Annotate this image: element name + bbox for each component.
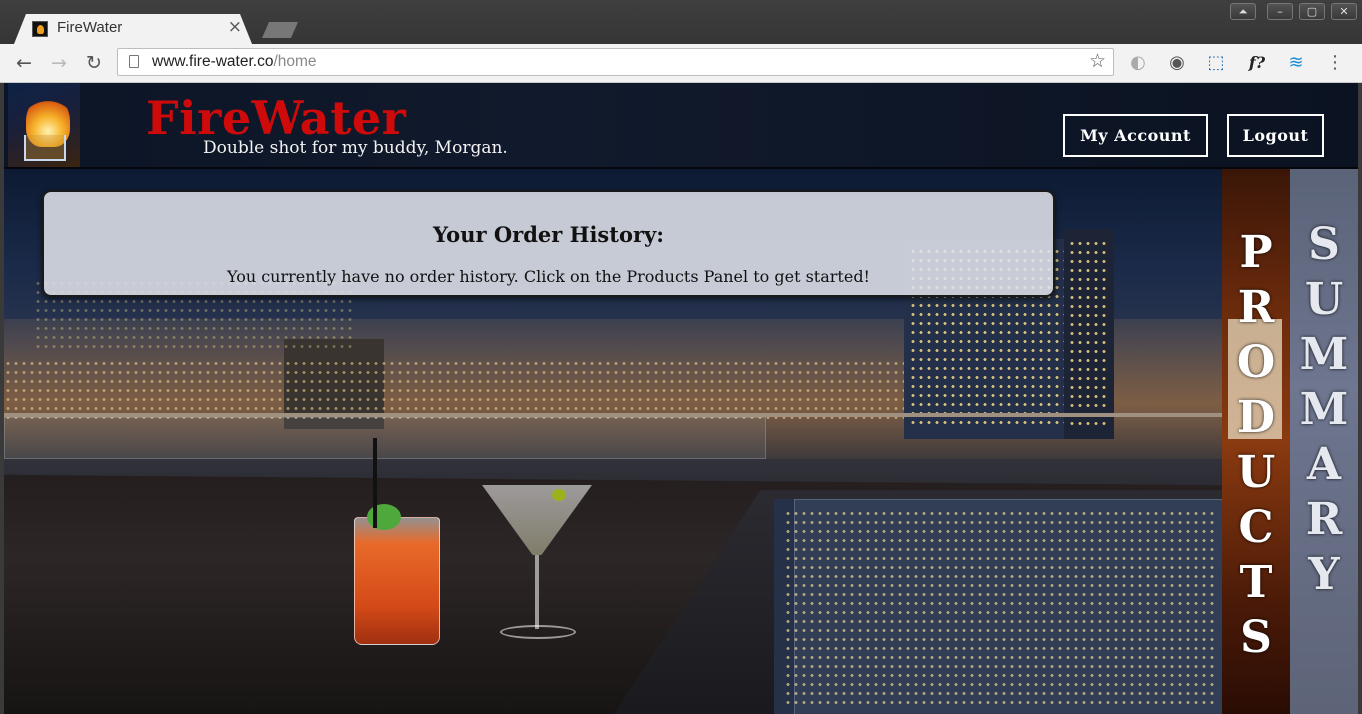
url-host: www.fire-water.co bbox=[152, 53, 274, 70]
screenshot-extension-icon[interactable]: ⬚ bbox=[1205, 52, 1227, 74]
record-extension-icon[interactable]: ◉ bbox=[1166, 52, 1188, 74]
close-tab-icon[interactable]: × bbox=[228, 17, 242, 37]
profile-button[interactable]: ⏶ bbox=[1230, 3, 1256, 20]
cocktail-glass bbox=[354, 438, 440, 645]
logout-button[interactable]: Logout bbox=[1227, 114, 1324, 157]
window-titlebar: FireWater × ⏶ – ▢ ✕ bbox=[0, 0, 1362, 44]
city-lights bbox=[4, 359, 904, 419]
page-viewport: FireWater Double shot for my buddy, Morg… bbox=[4, 83, 1358, 714]
site-header: FireWater Double shot for my buddy, Morg… bbox=[4, 83, 1358, 169]
eye-extension-icon[interactable]: ◐ bbox=[1127, 52, 1149, 74]
forward-icon[interactable]: → bbox=[48, 52, 70, 74]
straw bbox=[373, 438, 377, 528]
browser-toolbar: ← → ↻ www.fire-water.co/home ☆ ◐ ◉ ⬚ f? … bbox=[0, 44, 1362, 83]
building-lights bbox=[1068, 239, 1110, 429]
panel-letter: S bbox=[1240, 612, 1272, 663]
panel-letter: P bbox=[1239, 227, 1273, 278]
summary-panel[interactable]: S U M M A R Y bbox=[1290, 169, 1358, 714]
panel-letter: R bbox=[1237, 282, 1275, 333]
close-window-button[interactable]: ✕ bbox=[1331, 3, 1357, 20]
panel-letter: Y bbox=[1308, 549, 1340, 600]
panel-letter: S bbox=[1308, 219, 1340, 270]
martini-base bbox=[500, 625, 576, 639]
panel-letter: M bbox=[1299, 384, 1349, 435]
font-extension-icon[interactable]: f? bbox=[1243, 52, 1271, 74]
reload-icon[interactable]: ↻ bbox=[83, 52, 105, 74]
order-history-card: Your Order History: You currently have n… bbox=[42, 190, 1055, 297]
panel-letter: O bbox=[1236, 337, 1276, 388]
summary-panel-label: S U M M A R Y bbox=[1290, 217, 1358, 602]
products-panel[interactable]: P R O D U C T S bbox=[1222, 169, 1290, 714]
browser-tab[interactable]: FireWater × bbox=[14, 14, 252, 44]
glass-barrier bbox=[794, 499, 1226, 714]
panel-letter: M bbox=[1299, 329, 1349, 380]
brand-title: FireWater bbox=[146, 91, 407, 145]
panel-letter: D bbox=[1236, 392, 1276, 443]
tab-title: FireWater bbox=[57, 19, 123, 36]
glass-icon bbox=[24, 135, 66, 161]
new-tab-button[interactable] bbox=[262, 22, 298, 38]
olive-garnish bbox=[552, 489, 566, 501]
panel-letter: U bbox=[1236, 447, 1276, 498]
back-icon[interactable]: ← bbox=[13, 52, 35, 74]
panel-letter: U bbox=[1304, 274, 1344, 325]
my-account-button[interactable]: My Account bbox=[1063, 114, 1208, 157]
brand-tagline: Double shot for my buddy, Morgan. bbox=[203, 138, 508, 158]
wave-extension-icon[interactable]: ≋ bbox=[1284, 52, 1308, 74]
panel-letter: A bbox=[1306, 439, 1342, 490]
firewater-logo[interactable] bbox=[8, 83, 80, 167]
order-history-title: Your Order History: bbox=[433, 222, 664, 247]
minimize-button[interactable]: – bbox=[1267, 3, 1293, 20]
url-text[interactable]: www.fire-water.co/home bbox=[152, 53, 317, 71]
maximize-button[interactable]: ▢ bbox=[1299, 3, 1325, 20]
martini-stem bbox=[535, 555, 539, 629]
panel-letter: C bbox=[1238, 502, 1274, 553]
bookmark-star-icon[interactable]: ☆ bbox=[1089, 50, 1106, 72]
menu-icon[interactable]: ⋮ bbox=[1325, 52, 1345, 74]
products-panel-label: P R O D U C T S bbox=[1222, 225, 1290, 665]
panel-letter: R bbox=[1305, 494, 1343, 545]
glass-barrier bbox=[4, 417, 766, 459]
page-icon bbox=[129, 55, 139, 68]
panel-letter: T bbox=[1239, 557, 1273, 608]
favicon-icon bbox=[32, 21, 48, 37]
address-bar[interactable]: www.fire-water.co/home ☆ bbox=[117, 48, 1114, 76]
url-path: /home bbox=[273, 53, 317, 70]
order-history-message: You currently have no order history. Cli… bbox=[227, 267, 870, 286]
